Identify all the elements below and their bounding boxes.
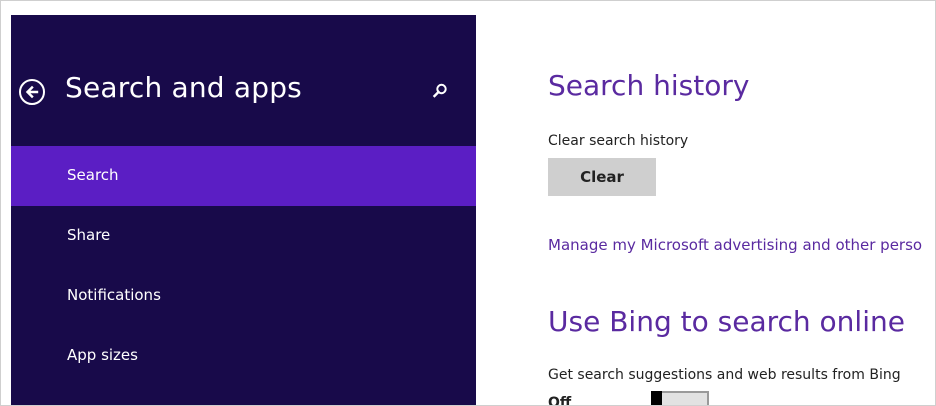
clear-history-button[interactable]: Clear bbox=[548, 158, 656, 196]
sidebar-item-label: Search bbox=[67, 166, 119, 184]
manage-advertising-link[interactable]: Manage my Microsoft advertising and othe… bbox=[548, 236, 922, 254]
settings-sidebar: Search and apps Search Share Notificatio… bbox=[11, 15, 476, 405]
back-arrow-icon bbox=[25, 85, 39, 99]
settings-content: Search history Clear search history Clea… bbox=[476, 15, 935, 406]
sidebar-item-label: Notifications bbox=[67, 286, 161, 304]
sidebar-item-label: Share bbox=[67, 226, 111, 244]
bing-suggestions-label: Get search suggestions and web results f… bbox=[548, 367, 901, 383]
toggle-track bbox=[659, 391, 709, 405]
bing-suggestions-toggle[interactable] bbox=[651, 391, 709, 405]
back-button[interactable] bbox=[19, 79, 45, 105]
page-title: Search and apps bbox=[65, 71, 302, 104]
bing-search-heading: Use Bing to search online bbox=[548, 305, 905, 338]
bing-toggle-state: Off bbox=[548, 395, 572, 406]
sidebar-item-label: App sizes bbox=[67, 346, 138, 364]
settings-window: Search and apps Search Share Notificatio… bbox=[0, 0, 936, 406]
clear-history-label: Clear search history bbox=[548, 133, 689, 149]
search-history-heading: Search history bbox=[548, 69, 750, 102]
sidebar-item-share[interactable]: Share bbox=[11, 206, 476, 266]
sidebar-item-search[interactable]: Search bbox=[11, 146, 476, 206]
sidebar-item-notifications[interactable]: Notifications bbox=[11, 266, 476, 326]
sidebar-header: Search and apps bbox=[11, 67, 476, 117]
sidebar-item-app-sizes[interactable]: App sizes bbox=[11, 326, 476, 386]
sidebar-nav: Search Share Notifications App sizes bbox=[11, 146, 476, 386]
search-icon[interactable] bbox=[430, 81, 450, 101]
toggle-thumb[interactable] bbox=[651, 391, 662, 405]
